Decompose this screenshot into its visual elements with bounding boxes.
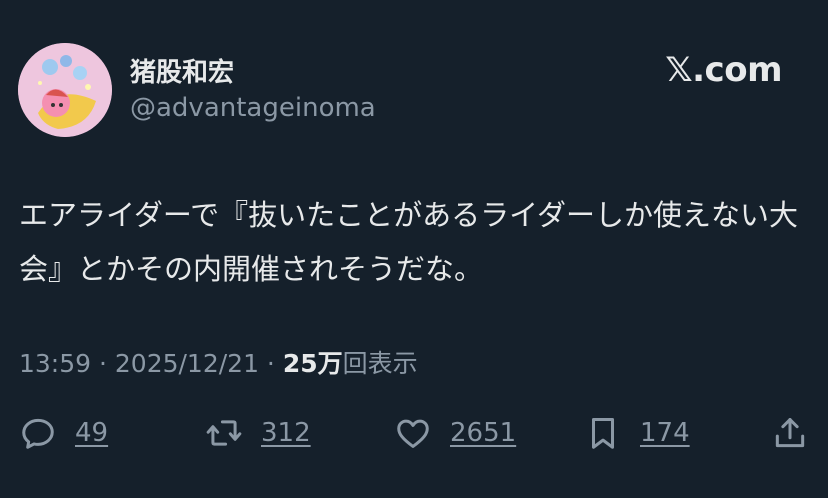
repost-button[interactable]: 312 <box>205 405 311 460</box>
views-count: 25万 <box>282 349 343 378</box>
meta-separator: · <box>91 349 115 378</box>
like-button[interactable]: 2651 <box>394 405 516 460</box>
bookmark-button[interactable]: 174 <box>584 405 690 460</box>
reply-button[interactable]: 49 <box>19 405 108 460</box>
views-label: 回表示 <box>342 349 418 378</box>
bookmark-count[interactable]: 174 <box>640 418 690 448</box>
bookmark-icon <box>591 417 615 449</box>
share-button[interactable] <box>771 405 809 460</box>
x-logo: 𝕏.com <box>665 50 782 90</box>
share-icon <box>775 417 805 447</box>
reply-icon <box>22 418 54 449</box>
avatar[interactable] <box>18 43 112 137</box>
repost-count[interactable]: 312 <box>261 418 311 448</box>
action-bar: 49 312 2651 174 <box>0 405 828 460</box>
tweet-time[interactable]: 13:59 <box>19 349 91 378</box>
heart-icon <box>397 419 429 448</box>
tweet-meta: 13:59 · 2025/12/21 · 25万回表示 <box>19 344 418 380</box>
reply-count[interactable]: 49 <box>75 418 108 448</box>
author-display-name[interactable]: 猪股和宏 <box>130 52 234 89</box>
like-count[interactable]: 2651 <box>450 418 516 448</box>
tweet-date[interactable]: 2025/12/21 <box>115 349 259 378</box>
repost-icon <box>206 419 242 446</box>
author-handle[interactable]: @advantageinoma <box>130 93 376 123</box>
avatar-image <box>18 43 112 137</box>
meta-separator: · <box>258 349 283 378</box>
tweet-text: エアライダーで『抜いたことがあるライダーしか使えない大会』とかその内開催されそう… <box>19 198 798 286</box>
